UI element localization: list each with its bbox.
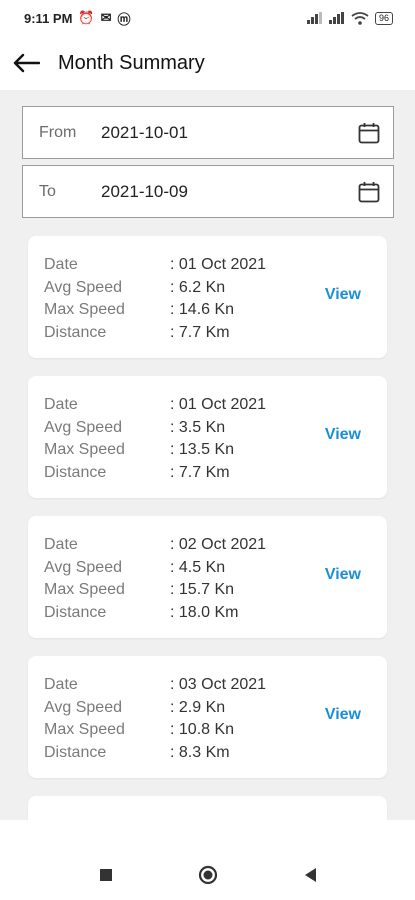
app-bar: Month Summary <box>0 36 415 90</box>
avg-speed-value: : 2.9 Kn <box>170 698 226 716</box>
calendar-icon[interactable] <box>345 122 393 144</box>
avg-speed-label: Avg Speed <box>44 418 122 436</box>
date-value: : 01 Oct 2021 <box>170 396 267 414</box>
square-icon <box>99 869 112 881</box>
m-app-icon: ⓜ <box>117 11 131 27</box>
to-value: 2021-10-09 <box>101 181 188 201</box>
avg-speed-label: Avg Speed <box>44 698 122 716</box>
distance-label: Distance <box>44 743 107 761</box>
max-speed-label: Max Speed <box>44 721 125 739</box>
triangle-back-icon <box>304 868 316 882</box>
view-button[interactable]: View <box>325 566 361 584</box>
card-rows: Date : 01 Oct 2021 Avg Speed : 6.2 Kn Max … <box>44 254 266 344</box>
date-label: Date <box>44 536 78 554</box>
distance-label: Distance <box>44 463 107 481</box>
distance-label: Distance <box>44 603 107 621</box>
wifi-icon <box>351 11 369 25</box>
summary-card: Date : 03 Oct 2021 Avg Speed : 2.9 Kn Max … <box>28 656 387 778</box>
date-row: Date : 01 Oct 2021 <box>44 254 266 277</box>
max-speed-label: Max Speed <box>44 581 125 599</box>
distance-row: Distance : 18.0 Km <box>44 602 266 625</box>
view-button[interactable]: View <box>325 426 361 444</box>
from-label: From <box>39 123 77 141</box>
page-title: Month Summary <box>58 51 205 74</box>
max-speed-value: : 15.7 Kn <box>170 581 235 599</box>
alarm-icon: ⏰ <box>78 10 95 25</box>
mail-app-icon: ✉ <box>100 10 112 25</box>
distance-value: : 18.0 Km <box>170 603 239 621</box>
distance-label: Distance <box>44 323 107 341</box>
date-value: : 01 Oct 2021 <box>170 256 267 274</box>
distance-row: Distance : 7.7 Km <box>44 322 266 345</box>
from-date-field[interactable]: From 2021-10-01 <box>22 106 394 159</box>
max-speed-value: : 13.5 Kn <box>170 441 235 459</box>
avg-speed-value: : 4.5 Kn <box>170 558 226 576</box>
date-row: Date : 02 Oct 2021 <box>44 534 266 557</box>
to-date-field[interactable]: To 2021-10-09 <box>22 165 394 218</box>
system-nav-bar <box>0 850 415 900</box>
max-speed-row: Max Speed : 10.8 Kn <box>44 719 266 742</box>
recents-button[interactable] <box>91 860 121 890</box>
summary-card: Date : 02 Oct 2021 Avg Speed : 4.5 Kn Max … <box>28 516 387 638</box>
distance-row: Distance : 8.3 Km <box>44 742 266 765</box>
avg-speed-value: : 6.2 Kn <box>170 278 226 296</box>
avg-speed-label: Avg Speed <box>44 558 122 576</box>
card-rows: Date : 02 Oct 2021 Avg Speed : 4.5 Kn Max … <box>44 534 266 624</box>
max-speed-label: Max Speed <box>44 301 125 319</box>
battery-icon: 96 <box>374 11 393 25</box>
signal-icon <box>306 12 322 24</box>
back-nav-button[interactable] <box>295 860 325 890</box>
max-speed-label: Max Speed <box>44 441 125 459</box>
home-button[interactable] <box>193 860 223 890</box>
max-speed-value: : 14.6 Kn <box>170 301 235 319</box>
max-speed-value: : 10.8 Kn <box>170 721 235 739</box>
date-label: Date <box>44 676 78 694</box>
to-label: To <box>39 182 56 200</box>
date-label: Date <box>44 396 78 414</box>
date-label: Date <box>44 256 78 274</box>
max-speed-row: Max Speed : 13.5 Kn <box>44 439 266 462</box>
summary-card: Date : 01 Oct 2021 Avg Speed : 6.2 Kn Max … <box>28 236 387 358</box>
avg-speed-row: Avg Speed : 2.9 Kn <box>44 697 266 720</box>
main-content[interactable]: From 2021-10-01 To 2021-10-09 Date : 01 O… <box>0 90 415 820</box>
avg-speed-value: : 3.5 Kn <box>170 418 226 436</box>
signal-icon <box>328 12 344 24</box>
status-left: 9:11 PM ⏰ ✉ ⓜ <box>24 9 131 28</box>
circle-icon <box>198 865 217 885</box>
distance-row: Distance : 7.7 Km <box>44 462 266 485</box>
status-right: 96 <box>306 11 393 25</box>
date-value: : 02 Oct 2021 <box>170 536 267 554</box>
avg-speed-row: Avg Speed : 4.5 Kn <box>44 557 266 580</box>
date-row: Date : 01 Oct 2021 <box>44 394 266 417</box>
distance-value: : 7.7 Km <box>170 323 230 341</box>
max-speed-row: Max Speed : 14.6 Kn <box>44 299 266 322</box>
avg-speed-row: Avg Speed : 6.2 Kn <box>44 277 266 300</box>
calendar-icon[interactable] <box>345 181 393 203</box>
date-value: : 03 Oct 2021 <box>170 676 267 694</box>
from-value: 2021-10-01 <box>101 122 188 142</box>
card-rows: Date : 01 Oct 2021 Avg Speed : 3.5 Kn Max … <box>44 394 266 484</box>
back-button[interactable] <box>4 41 48 85</box>
status-bar: 9:11 PM ⏰ ✉ ⓜ 96 <box>0 0 415 36</box>
avg-speed-row: Avg Speed : 3.5 Kn <box>44 417 266 440</box>
view-button[interactable]: View <box>325 286 361 304</box>
summary-card-partial <box>28 796 387 820</box>
summary-card: Date : 01 Oct 2021 Avg Speed : 3.5 Kn Max … <box>28 376 387 498</box>
view-button[interactable]: View <box>325 706 361 724</box>
clock: 9:11 PM <box>24 10 73 26</box>
max-speed-row: Max Speed : 15.7 Kn <box>44 579 266 602</box>
arrow-left-icon <box>13 53 40 73</box>
avg-speed-label: Avg Speed <box>44 278 122 296</box>
distance-value: : 8.3 Km <box>170 743 230 761</box>
date-row: Date : 03 Oct 2021 <box>44 674 266 697</box>
card-rows: Date : 03 Oct 2021 Avg Speed : 2.9 Kn Max … <box>44 674 266 764</box>
distance-value: : 7.7 Km <box>170 463 230 481</box>
